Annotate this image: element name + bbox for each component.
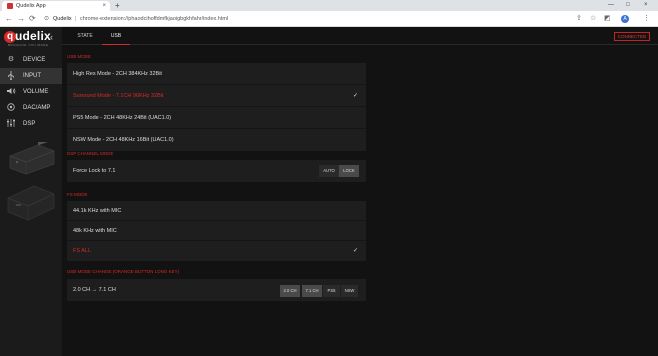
- collapse-sidebar-icon[interactable]: ‹: [50, 32, 53, 42]
- browser-tab-title: Qudelix App: [16, 3, 46, 9]
- checkmark-icon: ✓: [352, 248, 358, 254]
- url-separator: |: [75, 16, 77, 22]
- forward-arrow-icon[interactable]: →: [17, 13, 25, 25]
- option-label: 48k KHz with MIC: [73, 228, 117, 234]
- gear-icon: ⚙: [7, 56, 15, 63]
- reload-icon[interactable]: ⟳: [29, 13, 36, 25]
- browser-tab[interactable]: Qudelix App ×: [2, 1, 110, 11]
- qudelix-app: q udelix BRINGING YOU MORE ‹ ⚙ DEVICE IN…: [0, 27, 658, 356]
- sidebar-item-label: DSP: [23, 121, 36, 127]
- usb-mode-change-section-title: USB MODE CHANGE (ORANGE BUTTON LONG KEY): [67, 269, 180, 274]
- fs-mode-option-48k[interactable]: 48k KHz with MIC: [67, 221, 366, 241]
- sidebar: q udelix BRINGING YOU MORE ‹ ⚙ DEVICE IN…: [0, 27, 62, 356]
- minimize-window-button[interactable]: —: [608, 0, 614, 11]
- dsp-channel-mode-section-title: DSP CHANNEL MODE: [67, 151, 114, 156]
- mode-change-nsw-button[interactable]: NSW: [341, 285, 358, 297]
- sidebar-item-dac-amp[interactable]: DAC/AMP: [0, 100, 62, 116]
- sidebar-item-label: DEVICE: [23, 57, 46, 63]
- sidebar-item-input[interactable]: INPUT: [0, 68, 62, 84]
- mode-change-2ch-button[interactable]: 2.0 CH: [280, 285, 300, 297]
- bookmark-star-icon[interactable]: ☆: [590, 14, 596, 24]
- usb-mode-section-title: USB MODE: [67, 54, 92, 59]
- equalizer-icon: [6, 119, 16, 129]
- force-lock-label: Force Lock to 7.1: [73, 168, 116, 174]
- dsp-mode-auto-button[interactable]: AUTO: [319, 165, 339, 177]
- usb-icon: [6, 71, 16, 81]
- address-bar[interactable]: ⊙ Qudelix | chrome-extension://phaodciho…: [44, 14, 574, 24]
- option-label: 44.1k KHz with MIC: [73, 208, 122, 214]
- sidebar-item-dsp[interactable]: DSP: [0, 116, 62, 132]
- mode-change-label: 2.0 CH → 7.1 CH: [73, 287, 116, 293]
- sidebar-item-label: INPUT: [23, 73, 41, 79]
- usb-mode-change-panel: 2.0 CH → 7.1 CH 2.0 CH 7.1 CH PS5 NSW: [67, 279, 366, 301]
- usb-mode-option-nsw[interactable]: NSW Mode - 2CH 48KHz 16Bit (UAC1.0): [67, 129, 366, 151]
- connection-status-badge: CONNECTED: [614, 32, 650, 41]
- new-tab-button[interactable]: +: [115, 0, 120, 11]
- mode-change-ps5-button[interactable]: PS5: [323, 285, 340, 297]
- option-label: High Res Mode - 2CH 384KHz 32Bit: [73, 71, 162, 77]
- fs-mode-option-44k[interactable]: 44.1k KHz with MIC: [67, 201, 366, 221]
- mode-change-71ch-button[interactable]: 7.1 CH: [302, 285, 322, 297]
- browser-toolbar: ← → ⟳ ⊙ Qudelix | chrome-extension://pha…: [0, 11, 658, 27]
- option-label: PS5 Mode - 2CH 48KHz 24Bit (UAC1.0): [73, 115, 172, 121]
- tab-state[interactable]: STATE: [72, 27, 98, 45]
- fs-mode-panel: 44.1k KHz with MIC 48k KHz with MIC FS A…: [67, 201, 366, 261]
- qudelix-device-front-image: [8, 139, 56, 176]
- usb-mode-option-high-res[interactable]: High Res Mode - 2CH 384KHz 32Bit: [67, 63, 366, 85]
- logo-tagline: BRINGING YOU MORE: [8, 43, 49, 47]
- extensions-icon[interactable]: ◩: [604, 14, 611, 24]
- option-label: FS ALL: [73, 248, 92, 254]
- usb-mode-option-ps5[interactable]: PS5 Mode - 2CH 48KHz 24Bit (UAC1.0): [67, 107, 366, 129]
- top-tabs: STATE USB: [62, 27, 658, 45]
- logo-wordmark: udelix: [15, 29, 51, 43]
- option-label: Surround Mode - 7.1CH 96KHz 32Bit: [73, 93, 164, 99]
- volume-icon: [6, 87, 16, 97]
- maximize-window-button[interactable]: □: [626, 0, 630, 11]
- site-name: Qudelix: [53, 16, 72, 22]
- checkmark-icon: ✓: [352, 93, 358, 99]
- close-tab-icon[interactable]: ×: [102, 2, 106, 10]
- sidebar-item-volume[interactable]: VOLUME: [0, 84, 62, 100]
- dac-icon: [6, 103, 16, 113]
- qudelix-favicon-icon: [7, 3, 13, 9]
- browser-tab-strip: Qudelix App × + — □ ×: [0, 0, 658, 11]
- usb-mode-panel: High Res Mode - 2CH 384KHz 32Bit Surroun…: [67, 63, 366, 151]
- extension-icon: ⊙: [44, 16, 50, 22]
- fs-mode-section-title: FS MODE: [67, 192, 88, 197]
- profile-avatar[interactable]: A: [621, 15, 629, 23]
- sidebar-item-label: VOLUME: [23, 89, 49, 95]
- sidebar-item-label: DAC/AMP: [23, 105, 51, 111]
- qudelix-device-back-image: [6, 182, 56, 222]
- dsp-channel-mode-panel: Force Lock to 7.1 AUTO LOCK: [67, 160, 366, 182]
- back-arrow-icon[interactable]: ←: [5, 13, 13, 25]
- close-window-button[interactable]: ×: [644, 0, 648, 11]
- tab-usb[interactable]: USB: [102, 27, 130, 45]
- usb-mode-option-surround[interactable]: Surround Mode - 7.1CH 96KHz 32Bit ✓: [67, 85, 366, 107]
- url-text[interactable]: chrome-extension://phaodcihoffdmfkjaoigb…: [80, 14, 228, 24]
- sidebar-item-device[interactable]: ⚙ DEVICE: [0, 52, 62, 68]
- option-label: NSW Mode - 2CH 48KHz 16Bit (UAC1.0): [73, 137, 174, 143]
- browser-menu-icon[interactable]: ⋮: [643, 14, 650, 24]
- share-icon[interactable]: ⇪: [576, 14, 582, 24]
- fs-mode-option-all[interactable]: FS ALL ✓: [67, 241, 366, 261]
- dsp-mode-lock-button[interactable]: LOCK: [339, 165, 359, 177]
